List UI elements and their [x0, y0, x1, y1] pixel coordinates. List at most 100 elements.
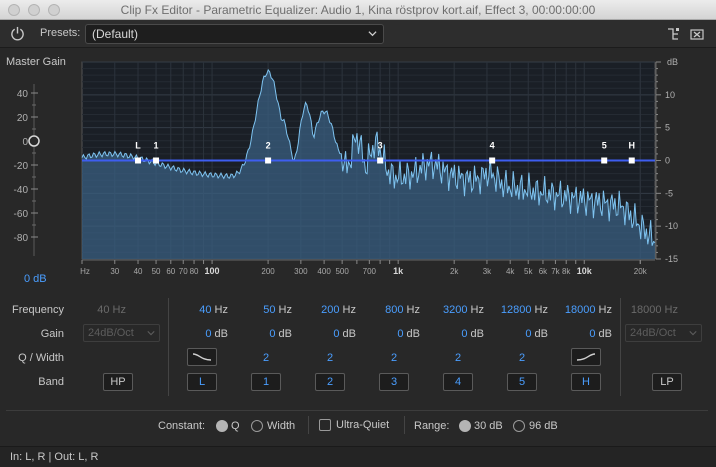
band-4-button[interactable]: 4: [443, 373, 473, 391]
band-1-button[interactable]: 1: [251, 373, 281, 391]
ultra-quiet-label: Ultra-Quiet: [336, 419, 390, 431]
band-H-shape-button[interactable]: [571, 348, 601, 366]
master-gain-label: Master Gain: [6, 56, 66, 68]
band-3-frequency[interactable]: 800 Hz: [362, 304, 420, 316]
band-4-frequency[interactable]: 3200 Hz: [426, 304, 484, 316]
band-5-q[interactable]: 2: [502, 352, 542, 364]
band-H-button[interactable]: H: [571, 373, 601, 391]
band-frequency-value: 800: [385, 304, 404, 316]
ultra-quiet-checkbox[interactable]: [319, 419, 331, 431]
master-gain-tick-label: 20: [17, 113, 29, 124]
master-gain-knob[interactable]: [28, 135, 40, 147]
band-hp-button[interactable]: HP: [103, 373, 133, 391]
divider: [308, 416, 309, 434]
range-96db-radio[interactable]: [513, 420, 525, 432]
constant-q-radio[interactable]: [216, 420, 228, 432]
band-3-button[interactable]: 3: [379, 373, 409, 391]
band-gain-unit: dB: [278, 328, 292, 340]
master-gain-tick-label: -40: [14, 185, 29, 196]
db-axis-label: 5: [665, 123, 670, 133]
freq-axis-label: 10k: [577, 266, 593, 276]
band-handle-label: H: [629, 141, 636, 151]
window-title: Clip Fx Editor - Parametric Equalizer: A…: [120, 3, 596, 17]
constant-q-label: Q: [231, 420, 240, 432]
db-axis-label: 0: [665, 156, 670, 166]
freq-axis-label: 8k: [562, 267, 571, 276]
eq-graph[interactable]: L 1 2 3 4 5 H 10 5 0 -5 -10 -15 dB Hz 30 40 50 60 70 80 100 20…: [76, 56, 686, 282]
band-1-gain[interactable]: 0 dB: [234, 328, 292, 340]
band-2-gain[interactable]: 0 dB: [298, 328, 356, 340]
band-3-q[interactable]: 2: [374, 352, 414, 364]
lp-frequency[interactable]: 18000 Hz: [624, 304, 678, 316]
band-5-gain[interactable]: 0 dB: [490, 328, 548, 340]
range-label: Range:: [414, 420, 450, 432]
q-width-row-label: Q / Width: [18, 352, 64, 364]
band-handle-2[interactable]: [265, 157, 272, 164]
band-4-q[interactable]: 2: [438, 352, 478, 364]
presets-dropdown[interactable]: (Default): [85, 24, 384, 44]
master-gain-slider[interactable]: 40 20 0 -20 -40 -60 -80: [0, 80, 70, 270]
band-handle-label: 3: [378, 141, 383, 151]
band-frequency-unit: Hz: [214, 304, 228, 316]
freq-axis-label: 50: [152, 267, 161, 276]
band-frequency-unit: Hz: [406, 304, 420, 316]
constant-width-label: Width: [267, 420, 296, 432]
band-gain-value: 0: [205, 328, 212, 340]
band-1-frequency[interactable]: 50 Hz: [234, 304, 292, 316]
freq-axis-label: 6k: [539, 267, 548, 276]
band-2-button[interactable]: 2: [315, 373, 345, 391]
band-frequency-value: 50: [263, 304, 276, 316]
routing-icon[interactable]: [665, 26, 681, 42]
master-gain-tick-label: -60: [14, 209, 29, 220]
chevron-down-icon: [689, 331, 697, 336]
band-L-shape-button[interactable]: [187, 348, 217, 366]
hp-frequency[interactable]: 40 Hz: [80, 304, 126, 316]
band-handle-5[interactable]: [601, 157, 608, 164]
band-handle-1[interactable]: [153, 157, 160, 164]
band-gain-unit: dB: [342, 328, 356, 340]
band-L-frequency[interactable]: 40 Hz: [170, 304, 228, 316]
freq-axis-label: 40: [134, 267, 143, 276]
band-handle-3[interactable]: [377, 157, 384, 164]
band-H-gain[interactable]: 0 dB: [554, 328, 612, 340]
band-handle-H[interactable]: [628, 157, 635, 164]
band-3-gain[interactable]: 0 dB: [362, 328, 420, 340]
freq-axis-label: 70: [179, 267, 188, 276]
band-5-frequency[interactable]: 12800 Hz: [490, 304, 548, 316]
band-gain-value: 0: [589, 328, 596, 340]
power-icon[interactable]: [10, 26, 25, 41]
master-gain-value[interactable]: 0 dB: [24, 273, 47, 285]
divider: [620, 298, 621, 396]
band-handle-4[interactable]: [489, 157, 496, 164]
band-handle-label: L: [135, 141, 141, 151]
band-4-gain[interactable]: 0 dB: [426, 328, 484, 340]
band-frequency-value: 12800: [500, 304, 532, 316]
range-30db-radio[interactable]: [459, 420, 471, 432]
band-lp-button[interactable]: LP: [652, 373, 682, 391]
band-H-frequency[interactable]: 18000 Hz: [554, 304, 612, 316]
band-2-frequency[interactable]: 200 Hz: [298, 304, 356, 316]
chevron-down-icon: [368, 31, 377, 37]
band-2-q[interactable]: 2: [310, 352, 350, 364]
freq-axis-label: 60: [166, 267, 175, 276]
band-gain-unit: dB: [598, 328, 612, 340]
band-handle-L[interactable]: [135, 157, 142, 164]
hp-slope-dropdown[interactable]: 24dB/Oct: [83, 324, 160, 342]
band-5-button[interactable]: 5: [507, 373, 537, 391]
band-L-button[interactable]: L: [187, 373, 217, 391]
close-panel-icon[interactable]: [689, 26, 705, 42]
freq-axis-label: 300: [294, 267, 308, 276]
freq-axis-label: 700: [363, 267, 377, 276]
lp-slope-dropdown[interactable]: 24dB/Oct: [625, 324, 702, 342]
band-frequency-unit: Hz: [470, 304, 484, 316]
band-frequency-unit: Hz: [598, 304, 612, 316]
constant-width-radio[interactable]: [251, 420, 263, 432]
presets-value: (Default): [92, 27, 139, 41]
status-bar: In: L, R | Out: L, R: [0, 446, 716, 467]
db-unit-label: dB: [667, 57, 678, 67]
freq-axis-label: 1k: [393, 266, 404, 276]
band-L-gain[interactable]: 0 dB: [170, 328, 228, 340]
band-handle-label: 2: [266, 141, 271, 151]
band-1-q[interactable]: 2: [246, 352, 286, 364]
band-frequency-unit: Hz: [534, 304, 548, 316]
